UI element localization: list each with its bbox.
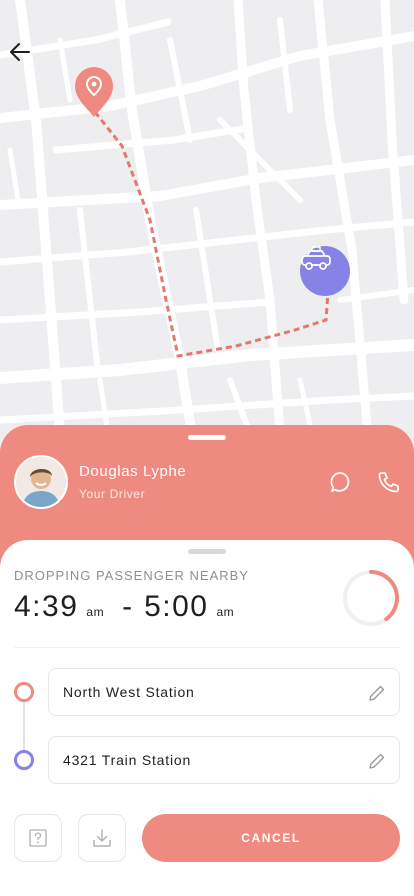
question-mark-icon (29, 829, 47, 847)
origin-dot (14, 682, 34, 702)
trip-time-range: 4:39 am - 5:00 am (14, 590, 234, 624)
trip-status: DROPPING PASSENGER NEARBY (14, 568, 249, 583)
origin-field[interactable]: North West Station (48, 668, 400, 716)
vehicle-marker[interactable] (300, 246, 350, 296)
driver-avatar (14, 455, 68, 509)
start-time: 4:39 (14, 590, 79, 623)
call-button[interactable] (374, 467, 404, 497)
end-time: 5:00 (144, 590, 209, 623)
back-button[interactable] (8, 40, 40, 72)
chat-button[interactable] (326, 467, 356, 497)
download-button[interactable] (78, 814, 126, 862)
destination-dot (14, 750, 34, 770)
time-separator: - (122, 590, 133, 623)
arrow-left-icon (10, 43, 30, 61)
pencil-icon (369, 753, 385, 769)
location-pin-icon (75, 67, 113, 117)
end-period: am (216, 605, 235, 619)
destination-name: 4321 Train Station (63, 752, 192, 768)
map-roads (0, 0, 414, 460)
driver-role: Your Driver (79, 487, 146, 501)
phone-icon (378, 472, 399, 493)
taxi-icon (301, 246, 331, 270)
chat-bubble-icon (330, 472, 350, 492)
cancel-button[interactable]: CANCEL (142, 814, 400, 862)
pencil-icon (369, 685, 385, 701)
driver-name: Douglas Lyphe (79, 463, 187, 480)
drag-handle[interactable] (188, 435, 226, 440)
trip-progress-ring (343, 570, 399, 626)
download-icon (93, 829, 111, 847)
card-drag-handle[interactable] (188, 549, 226, 554)
edit-origin-button[interactable] (365, 681, 389, 705)
destination-field[interactable]: 4321 Train Station (48, 736, 400, 784)
map-view[interactable] (0, 0, 414, 460)
divider (14, 647, 400, 648)
origin-name: North West Station (63, 684, 195, 700)
edit-destination-button[interactable] (365, 749, 389, 773)
pickup-marker[interactable] (74, 66, 114, 118)
route-connector (23, 702, 25, 750)
start-period: am (86, 605, 105, 619)
help-button[interactable] (14, 814, 62, 862)
